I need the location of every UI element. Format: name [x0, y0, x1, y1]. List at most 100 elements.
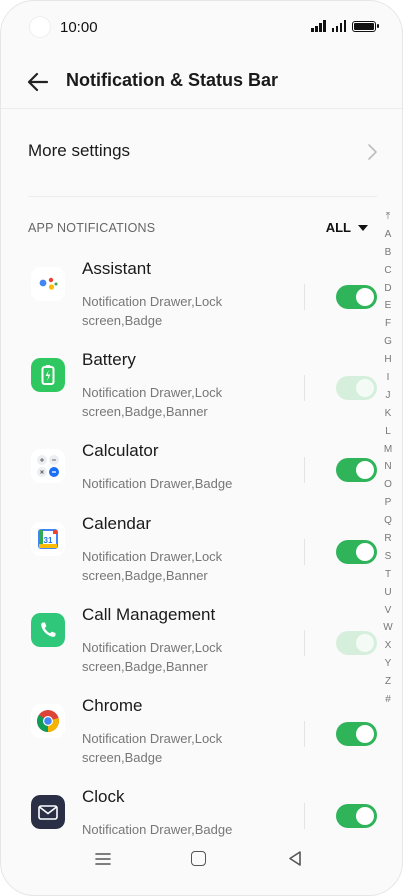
app-row[interactable]: Clock Notification Drawer,Badge: [1, 787, 381, 841]
app-name: Call Management: [82, 605, 216, 624]
app-notification-summary: Notification Drawer,Lock screen,Badge,Ba…: [82, 640, 223, 674]
caret-down-icon: [358, 224, 368, 231]
notification-toggle[interactable]: [336, 458, 377, 482]
signal-icon: [311, 20, 326, 32]
alphabet-index-letter[interactable]: G: [384, 333, 392, 351]
alphabet-index-letter[interactable]: T: [385, 566, 391, 584]
front-camera: [29, 16, 51, 38]
alphabet-index-letter[interactable]: D: [384, 280, 391, 298]
calculator-icon: [31, 449, 65, 483]
toggle-knob: [356, 725, 374, 743]
app-row[interactable]: Calculator Notification Drawer,Badge: [1, 441, 381, 495]
alphabet-index-letter[interactable]: V: [385, 602, 392, 620]
alphabet-index-letter[interactable]: B: [385, 244, 392, 262]
notification-toggle[interactable]: [336, 285, 377, 309]
toggle-knob: [356, 379, 374, 397]
app-notification-summary: Notification Drawer,Lock screen,Badge,Ba…: [82, 549, 223, 583]
back-triangle-icon[interactable]: [287, 850, 303, 867]
app-name: Battery: [82, 350, 136, 369]
alphabet-index[interactable]: ⤒ A B C D E F G H I J K L M N O P Q R S T U V W X Y Z #: [381, 208, 395, 709]
google-assistant-icon: [31, 267, 65, 301]
alphabet-index-letter[interactable]: F: [385, 315, 391, 333]
alphabet-index-letter[interactable]: M: [384, 441, 392, 459]
phone-screen: 10:00 Notification & Status Bar More set…: [0, 0, 403, 896]
calendar-icon: 31: [31, 522, 65, 556]
battery-icon: [352, 20, 379, 32]
home-icon[interactable]: [191, 851, 206, 866]
page-title: Notification & Status Bar: [66, 70, 279, 90]
navigation-bar: [1, 839, 402, 895]
notification-toggle[interactable]: [336, 722, 377, 746]
signal-2-icon: [331, 20, 346, 32]
row-separator: [304, 721, 305, 747]
row-separator: [304, 630, 305, 656]
alphabet-index-letter[interactable]: K: [385, 405, 392, 423]
row-separator: [304, 284, 305, 310]
status-icons: [311, 20, 379, 32]
app-notification-summary: Notification Drawer,Lock screen,Badge: [82, 731, 223, 765]
app-row[interactable]: Assistant Notification Drawer,Lock screen…: [1, 259, 381, 331]
app-notification-summary: Notification Drawer,Lock screen,Badge,Ba…: [82, 385, 223, 419]
alphabet-index-letter[interactable]: Y: [385, 655, 392, 673]
alphabet-index-letter[interactable]: I: [387, 369, 390, 387]
row-separator: [304, 803, 305, 829]
row-separator: [304, 375, 305, 401]
header-divider: [1, 108, 402, 109]
battery-app-icon: [31, 358, 65, 392]
app-name: Chrome: [82, 696, 143, 715]
app-row[interactable]: 31 Calendar Notification Drawer,Lock scree…: [1, 514, 381, 586]
chrome-icon: [31, 704, 65, 738]
alphabet-index-letter[interactable]: Q: [384, 512, 392, 530]
app-notification-summary: Notification Drawer,Badge: [82, 476, 233, 491]
back-arrow-icon[interactable]: [23, 67, 53, 97]
alphabet-index-letter[interactable]: E: [385, 297, 392, 315]
app-row[interactable]: Call Management Notification Drawer,Lock …: [1, 605, 381, 677]
status-bar: 10:00: [1, 1, 402, 55]
toggle-knob: [356, 634, 374, 652]
filter-label: ALL: [325, 220, 351, 235]
alphabet-index-letter[interactable]: N: [384, 458, 391, 476]
alphabet-index-letter[interactable]: Z: [385, 673, 391, 691]
app-row[interactable]: Chrome Notification Drawer,Lock screen,Ba…: [1, 696, 381, 768]
phone-icon: [31, 613, 65, 647]
app-header: Notification & Status Bar: [1, 59, 402, 107]
section-divider: [28, 196, 377, 197]
alphabet-index-letter[interactable]: ⤒: [386, 208, 390, 226]
alphabet-index-letter[interactable]: X: [385, 637, 392, 655]
app-name: Assistant: [82, 259, 151, 278]
alphabet-index-letter[interactable]: #: [385, 691, 391, 709]
alphabet-index-letter[interactable]: H: [384, 351, 391, 369]
alphabet-index-letter[interactable]: W: [383, 619, 392, 637]
more-settings-row[interactable]: More settings: [1, 123, 402, 181]
alphabet-index-letter[interactable]: O: [384, 476, 392, 494]
alphabet-index-letter[interactable]: U: [384, 584, 391, 602]
notification-toggle: [336, 631, 377, 655]
recent-apps-icon[interactable]: [95, 852, 111, 866]
toggle-knob: [356, 543, 374, 561]
row-separator: [304, 539, 305, 565]
toggle-knob: [356, 288, 374, 306]
app-name: Calendar: [82, 514, 151, 533]
app-row[interactable]: Battery Notification Drawer,Lock screen,B…: [1, 350, 381, 422]
section-title: APP NOTIFICATIONS: [28, 221, 156, 235]
alphabet-index-letter[interactable]: J: [386, 387, 391, 405]
alphabet-index-letter[interactable]: S: [385, 548, 392, 566]
alphabet-index-letter[interactable]: R: [384, 530, 391, 548]
toggle-knob: [356, 461, 374, 479]
clock-app-icon: [31, 795, 65, 829]
notification-toggle[interactable]: [336, 804, 377, 828]
toggle-knob: [356, 807, 374, 825]
status-time: 10:00: [60, 19, 98, 36]
alphabet-index-letter[interactable]: A: [385, 226, 392, 244]
notification-toggle[interactable]: [336, 540, 377, 564]
alphabet-index-letter[interactable]: L: [385, 423, 391, 441]
more-settings-label: More settings: [28, 141, 131, 160]
row-separator: [304, 457, 305, 483]
alphabet-index-letter[interactable]: C: [384, 262, 391, 280]
filter-dropdown[interactable]: ALL: [326, 220, 368, 235]
alphabet-index-letter[interactable]: P: [385, 494, 392, 512]
chevron-right-icon: [368, 144, 377, 160]
app-name: Clock: [82, 787, 125, 806]
app-notification-summary: Notification Drawer,Lock screen,Badge: [82, 294, 223, 328]
calendar-day-number: 31: [44, 536, 53, 545]
